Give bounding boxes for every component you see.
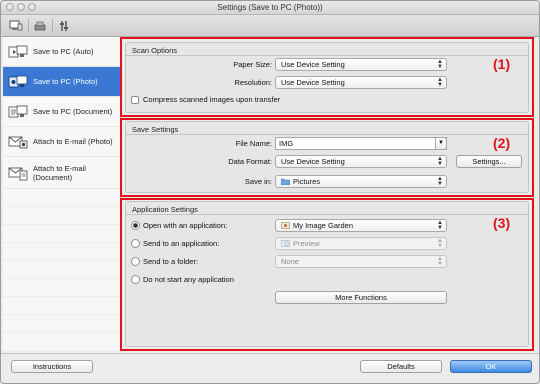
resolution-label: Resolution: [234, 78, 272, 87]
general-settings-button[interactable] [55, 18, 73, 33]
save-to-pc-document-icon [8, 105, 28, 117]
sidebar-item-attach-email-document[interactable]: Attach to E-mail (Document) [3, 157, 121, 189]
section-number-3: (3) [493, 215, 511, 231]
sidebar-item-attach-email-photo[interactable]: Attach to E-mail (Photo) [3, 127, 121, 157]
updown-arrows-icon: ▲ ▼ [437, 176, 443, 187]
save-to-pc-auto-icon [8, 45, 28, 57]
no-application-radio[interactable] [131, 275, 140, 284]
sidebar-item-label: Attach to E-mail (Document) [33, 163, 86, 182]
sidebar-item-save-to-pc-auto[interactable]: Save to PC (Auto) [3, 37, 121, 67]
send-folder-value: None [281, 257, 299, 266]
file-name-field[interactable]: IMG ▼ [275, 137, 447, 150]
file-name-label: File Name: [235, 139, 272, 148]
tools-icon [60, 20, 68, 31]
sidebar-item-label: Save to PC (Auto) [33, 47, 94, 56]
sidebar-empty-row [3, 297, 121, 315]
scan-options-group: Scan Options Paper Size: Use Device Sett… [125, 42, 529, 113]
data-format-label: Data Format: [228, 157, 272, 166]
ok-button[interactable]: OK [450, 360, 532, 373]
chevron-down-icon[interactable]: ▼ [435, 137, 447, 150]
sidebar-item-label: Attach to E-mail (Photo) [33, 137, 113, 146]
paper-size-label: Paper Size: [233, 60, 272, 69]
updown-arrows-icon: ▲ ▼ [437, 220, 443, 231]
updown-arrows-icon: ▲ ▼ [437, 59, 443, 70]
file-name-value: IMG [279, 139, 294, 148]
group-divider [126, 55, 528, 56]
send-application-select[interactable]: Preview ▲ ▼ [275, 237, 447, 250]
sidebar-item-save-to-pc-photo[interactable]: Save to PC (Photo) [3, 67, 121, 97]
sidebar-item-label: Save to PC (Document) [33, 107, 113, 116]
send-folder-select[interactable]: None ▲ ▼ [275, 255, 447, 268]
folder-icon [281, 178, 290, 185]
save-to-pc-photo-icon [8, 75, 28, 87]
compress-images-checkbox[interactable] [131, 96, 139, 104]
send-to-application-radio[interactable] [131, 239, 140, 248]
sidebar-empty-row [3, 189, 121, 207]
send-to-folder-radio[interactable] [131, 257, 140, 266]
computer-scan-icon [9, 20, 23, 30]
group-title: Save Settings [132, 125, 179, 134]
open-application-value: My Image Garden [293, 221, 354, 230]
section-number-2: (2) [493, 135, 511, 151]
paper-size-value: Use Device Setting [281, 60, 345, 69]
window-title: Settings (Save to PC (Photo)) [217, 3, 323, 12]
title-bar: Settings (Save to PC (Photo)) [1, 1, 539, 15]
group-title: Application Settings [132, 205, 198, 214]
send-to-application-label: Send to an application: [143, 239, 220, 248]
my-image-garden-icon [281, 222, 290, 229]
sidebar-empty-row [3, 207, 121, 225]
preview-app-icon [281, 240, 290, 247]
sidebar-empty-row [3, 261, 121, 279]
data-format-select[interactable]: Use Device Setting ▲ ▼ [275, 155, 447, 168]
section-number-1: (1) [493, 56, 511, 72]
toolbar-separator [52, 19, 53, 32]
save-in-label: Save in: [244, 177, 272, 186]
sidebar-empty-row [3, 243, 121, 261]
email-document-icon [8, 167, 28, 180]
send-application-value: Preview [293, 239, 320, 248]
open-with-application-radio[interactable] [131, 221, 140, 230]
instructions-button[interactable]: Instructions [11, 360, 93, 373]
toolbar [1, 15, 539, 37]
updown-arrows-icon: ▲ ▼ [437, 77, 443, 88]
scan-from-computer-button[interactable] [7, 18, 25, 33]
open-with-application-label: Open with an application: [143, 221, 228, 230]
group-title: Scan Options [132, 46, 178, 55]
save-settings-group: Save Settings File Name: IMG ▼ Data Form… [125, 121, 529, 193]
settings-window: Settings (Save to PC (Photo)) Save to PC… [0, 0, 540, 384]
email-photo-icon [8, 136, 28, 148]
resolution-value: Use Device Setting [281, 78, 345, 87]
updown-arrows-icon: ▲ ▼ [437, 156, 443, 167]
scan-from-panel-button[interactable] [31, 18, 49, 33]
footer-divider [1, 353, 539, 354]
application-settings-group: Application Settings Open with an applic… [125, 201, 529, 347]
toolbar-separator [28, 19, 29, 32]
updown-arrows-icon: ▲ ▼ [437, 256, 443, 267]
paper-size-select[interactable]: Use Device Setting ▲ ▼ [275, 58, 447, 71]
send-to-folder-label: Send to a folder: [143, 257, 199, 266]
updown-arrows-icon: ▲ ▼ [437, 238, 443, 249]
save-in-value: Pictures [293, 177, 321, 186]
sidebar-item-label: Save to PC (Photo) [33, 77, 98, 86]
more-functions-button[interactable]: More Functions [275, 291, 447, 304]
data-format-value: Use Device Setting [281, 157, 345, 166]
group-divider [126, 214, 528, 215]
resolution-select[interactable]: Use Device Setting ▲ ▼ [275, 76, 447, 89]
defaults-button[interactable]: Defaults [360, 360, 442, 373]
no-application-label: Do not start any application [143, 275, 234, 284]
group-divider [126, 134, 528, 135]
sidebar-empty-row [3, 225, 121, 243]
save-in-select[interactable]: Pictures ▲ ▼ [275, 175, 447, 188]
sidebar: Save to PC (Auto) Save to PC (Photo) Sav… [3, 37, 121, 351]
sidebar-empty-row [3, 279, 121, 297]
compress-images-label: Compress scanned images upon transfer [143, 95, 281, 104]
sidebar-item-save-to-pc-document[interactable]: Save to PC (Document) [3, 97, 121, 127]
sidebar-empty-row [3, 315, 121, 333]
open-application-select[interactable]: My Image Garden ▲ ▼ [275, 219, 447, 232]
scanner-panel-icon [34, 21, 46, 30]
format-settings-button[interactable]: Settings... [456, 155, 522, 168]
